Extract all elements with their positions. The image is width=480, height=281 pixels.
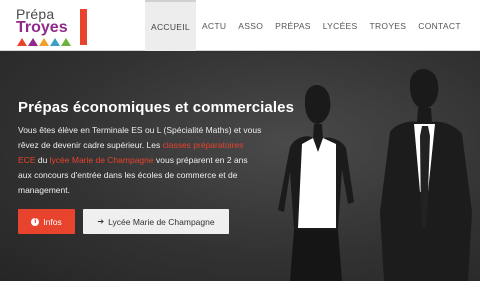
navbar: Prépa Troyes ACCUEIL ACTU ASSO PRÉPAS LY…	[0, 0, 480, 51]
sign-in-icon: ➔	[97, 217, 105, 226]
lycee-button[interactable]: ➔ Lycée Marie de Champagne	[83, 209, 229, 234]
main-nav: ACCUEIL ACTU ASSO PRÉPAS LYCÉES TROYES C…	[145, 0, 467, 51]
infos-button-label: Infos	[43, 216, 62, 227]
nav-item-contact[interactable]: CONTACT	[412, 0, 467, 51]
link-lycee[interactable]: lycée Marie de Champagne	[50, 155, 154, 165]
infos-button[interactable]: i Infos	[18, 209, 75, 234]
lycee-button-label: Lycée Marie de Champagne	[108, 216, 215, 227]
logo-triangle	[61, 38, 71, 46]
logo-triangle	[50, 38, 60, 46]
logo-triangle	[39, 38, 49, 46]
nav-item-troyes[interactable]: TROYES	[364, 0, 413, 51]
nav-item-asso[interactable]: ASSO	[232, 0, 269, 51]
logo-bar	[80, 9, 87, 45]
site-logo[interactable]: Prépa Troyes	[16, 6, 88, 47]
hero-section: Prépas économiques et commerciales Vous …	[0, 52, 480, 281]
info-circle-icon: i	[31, 217, 40, 226]
logo-triangle	[28, 38, 38, 46]
hero-description: Vous êtes élève en Terminale ES ou L (Sp…	[18, 123, 263, 198]
nav-item-prepas[interactable]: PRÉPAS	[269, 0, 317, 51]
man-silhouette	[380, 69, 472, 281]
business-people-illustration	[278, 69, 472, 281]
nav-item-actu[interactable]: ACTU	[196, 0, 232, 51]
logo-triangle	[17, 38, 27, 46]
logo-line2: Troyes	[16, 19, 68, 36]
hero-text-part2: du	[35, 155, 50, 165]
woman-silhouette	[278, 85, 354, 281]
nav-item-lycees[interactable]: LYCÉES	[317, 0, 364, 51]
nav-item-accueil[interactable]: ACCUEIL	[145, 0, 196, 51]
